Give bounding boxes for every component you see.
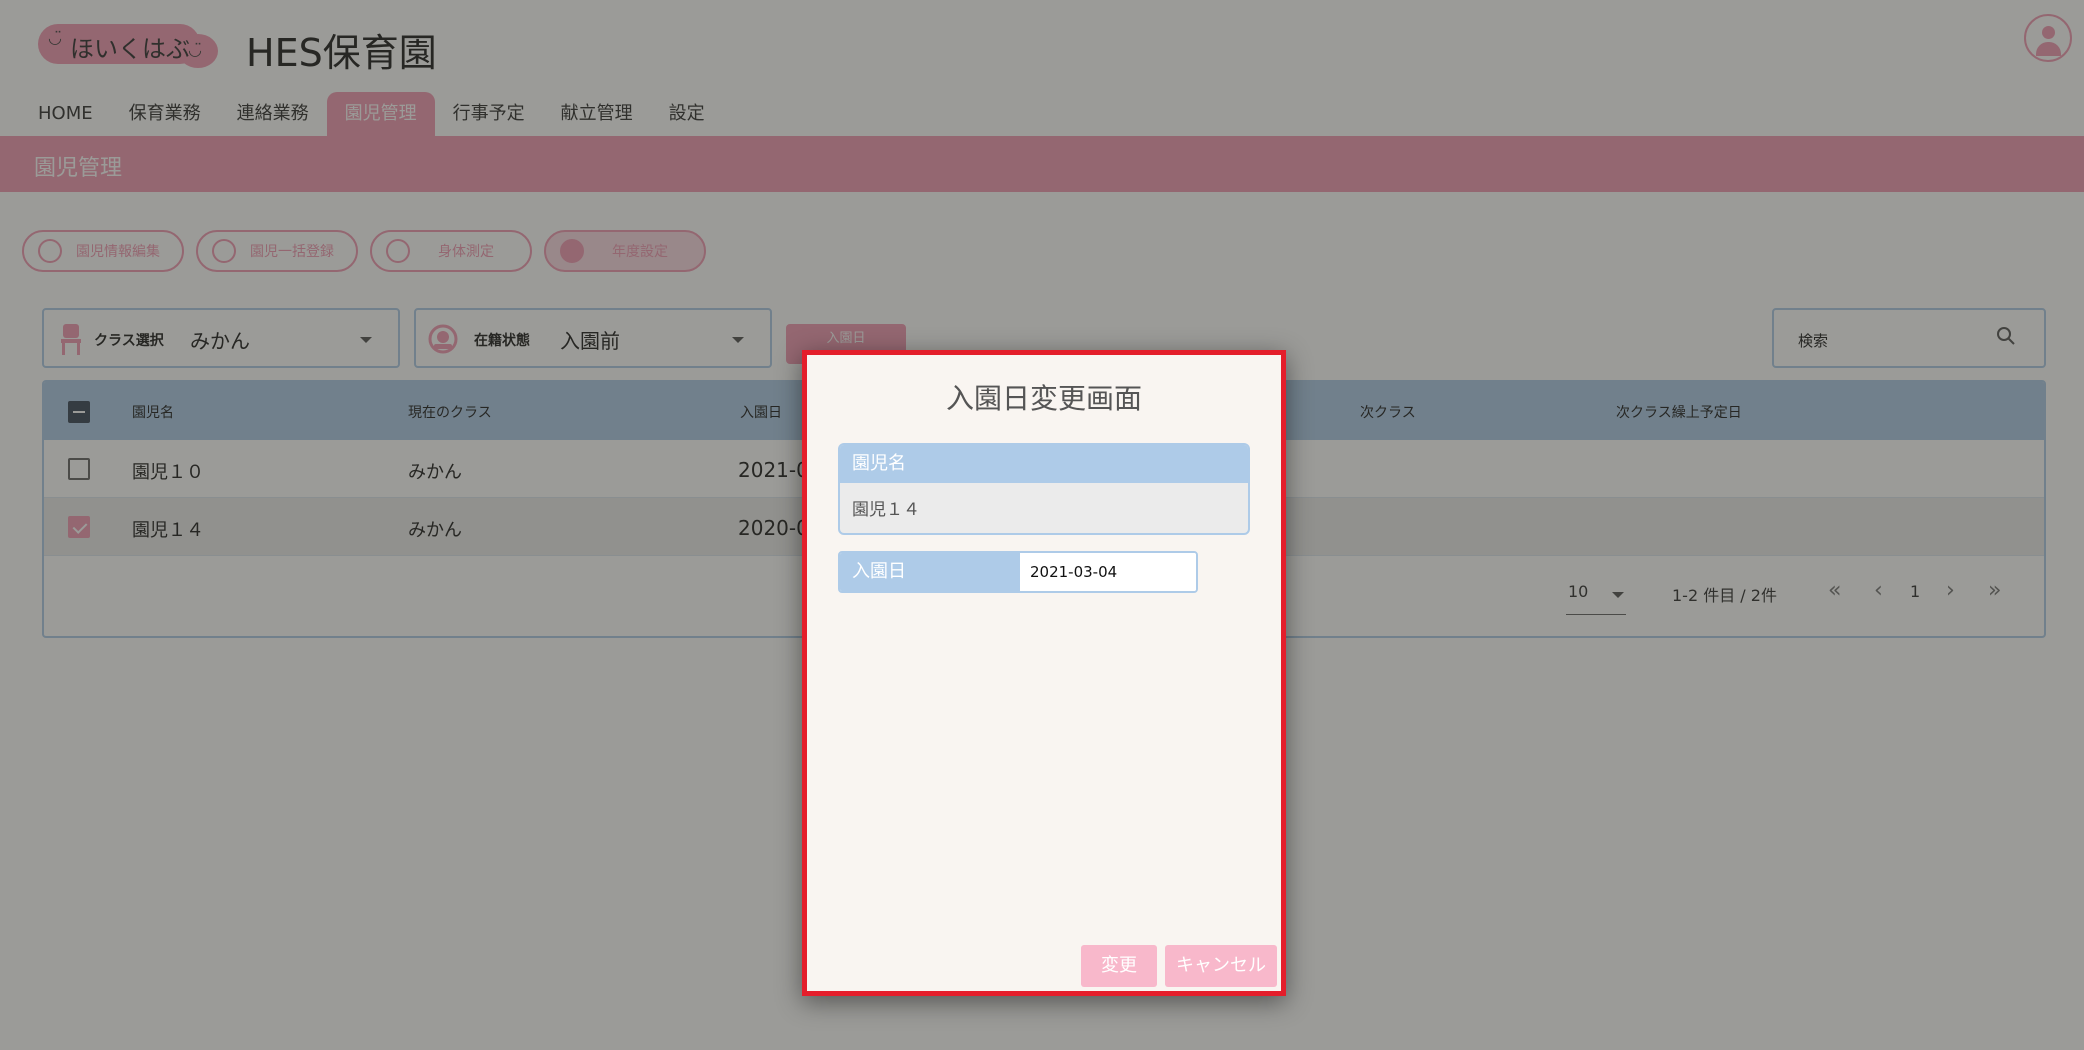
cancel-button[interactable]: キャンセル [1165, 945, 1277, 987]
admission-date-field: 入園日 [838, 551, 1198, 593]
dialog-title: 入園日変更画面 [945, 382, 1142, 415]
admission-date-label: 入園日 [840, 553, 1020, 591]
admission-date-input[interactable] [1020, 553, 1196, 591]
admission-date-change-dialog: 入園日変更画面 園児名 園児１４ 入園日 変更 キャンセル [802, 350, 1286, 996]
child-name-card: 園児名 園児１４ [838, 443, 1250, 535]
change-button[interactable]: 変更 [1081, 945, 1157, 987]
child-name-value: 園児１４ [852, 500, 920, 520]
child-name-label: 園児名 [840, 445, 1248, 483]
